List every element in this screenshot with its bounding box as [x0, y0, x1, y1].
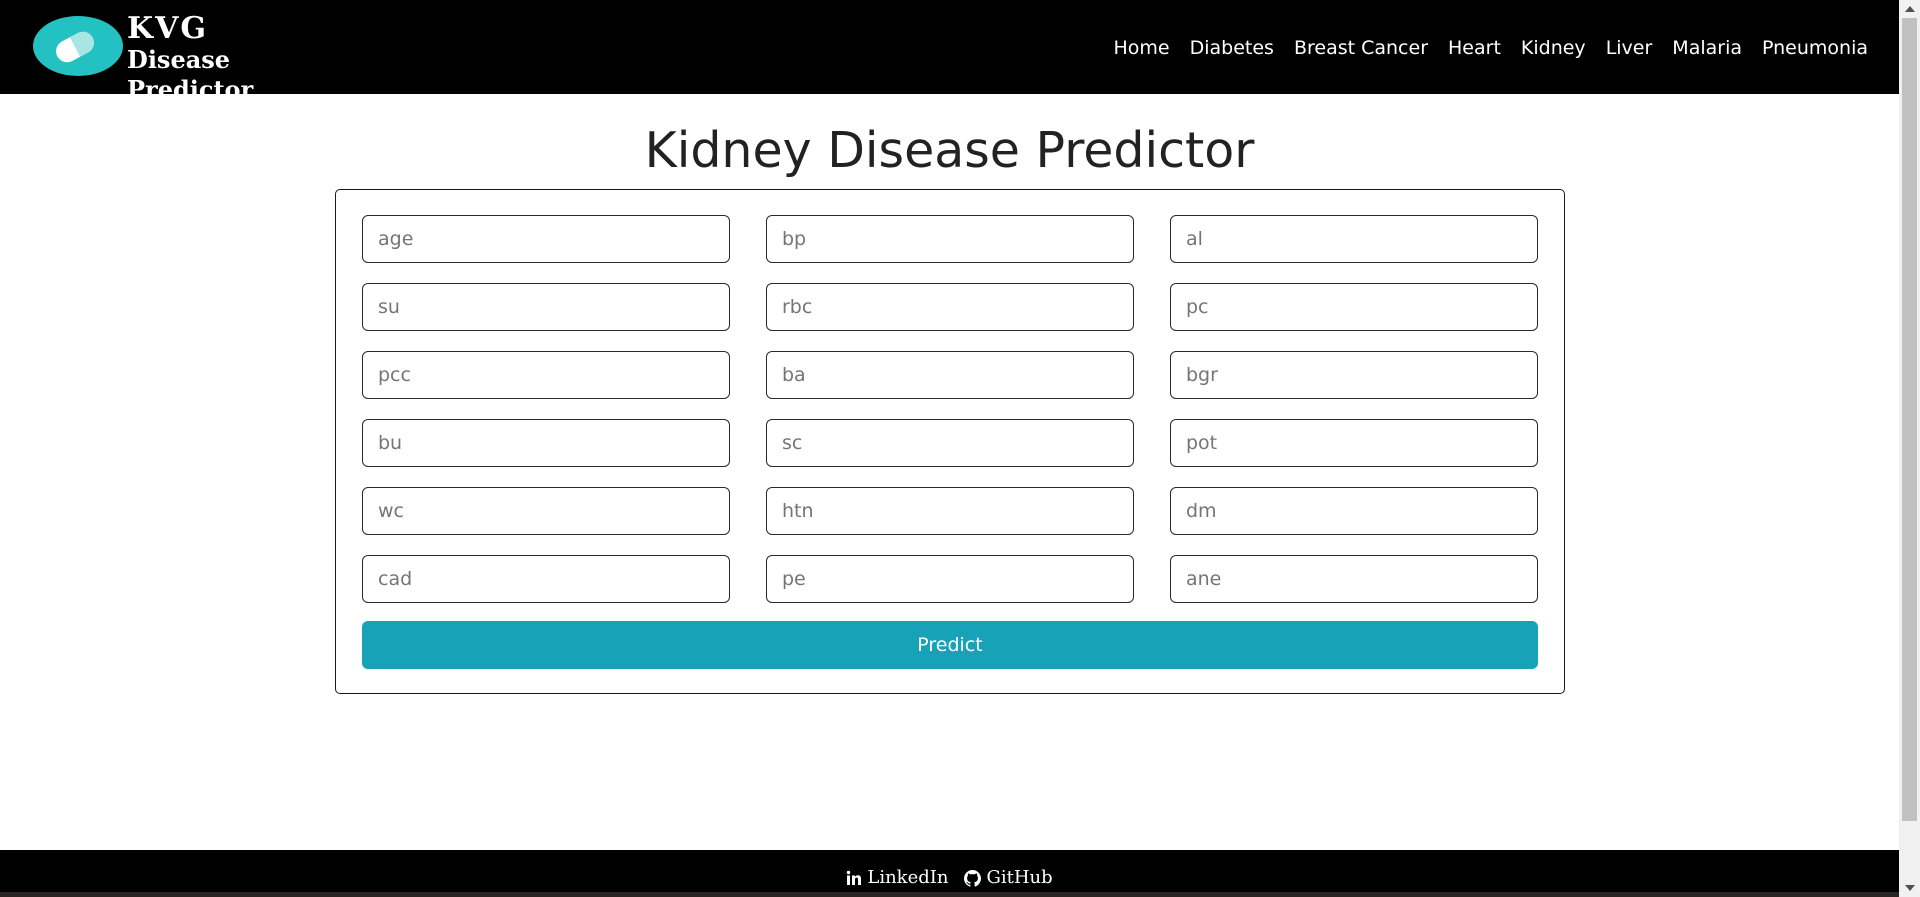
- github-icon: [964, 869, 982, 887]
- rbc-field[interactable]: [766, 283, 1134, 331]
- predict-button[interactable]: Predict: [362, 621, 1538, 669]
- pc-field[interactable]: [1170, 283, 1538, 331]
- brand-logo-link[interactable]: KVG Disease Predictor: [33, 11, 363, 104]
- vertical-scrollbar[interactable]: [1899, 0, 1920, 897]
- brand-subtitle: Disease Predictor: [127, 45, 254, 104]
- htn-field[interactable]: [766, 487, 1134, 535]
- input-grid: [362, 215, 1538, 603]
- pcc-field[interactable]: [362, 351, 730, 399]
- bp-field[interactable]: [766, 215, 1134, 263]
- age-field[interactable]: [362, 215, 730, 263]
- pot-field[interactable]: [1170, 419, 1538, 467]
- ane-field[interactable]: [1170, 555, 1538, 603]
- linkedin-icon: [847, 870, 862, 885]
- nav-item-pneumonia[interactable]: Pneumonia: [1762, 34, 1868, 62]
- pill-capsule-icon: [52, 27, 98, 67]
- scrollbar-thumb[interactable]: [1902, 18, 1917, 821]
- nav-item-liver[interactable]: Liver: [1606, 34, 1653, 62]
- pe-field[interactable]: [766, 555, 1134, 603]
- nav-item-heart[interactable]: Heart: [1448, 34, 1501, 62]
- github-link[interactable]: GitHub: [964, 866, 1053, 890]
- su-field[interactable]: [362, 283, 730, 331]
- scroll-up-arrow-icon[interactable]: [1905, 6, 1915, 12]
- al-field[interactable]: [1170, 215, 1538, 263]
- brand-title: KVG: [127, 11, 208, 46]
- nav-item-kidney[interactable]: Kidney: [1521, 34, 1586, 62]
- linkedin-link[interactable]: LinkedIn: [846, 866, 948, 890]
- footer: LinkedIn GitHub: [0, 850, 1899, 897]
- bu-field[interactable]: [362, 419, 730, 467]
- scroll-down-arrow-icon[interactable]: [1905, 885, 1915, 891]
- bgr-field[interactable]: [1170, 351, 1538, 399]
- nav-item-home[interactable]: Home: [1114, 34, 1170, 62]
- footer-links: LinkedIn GitHub: [0, 866, 1899, 890]
- footer-bottom-strip: [0, 892, 1899, 897]
- dm-field[interactable]: [1170, 487, 1538, 535]
- linkedin-label: LinkedIn: [867, 867, 949, 888]
- sc-field[interactable]: [766, 419, 1134, 467]
- prediction-form: Predict: [335, 189, 1565, 694]
- ba-field[interactable]: [766, 351, 1134, 399]
- page-title: Kidney Disease Predictor: [644, 122, 1255, 179]
- logo-circle: [33, 16, 123, 76]
- nav-item-diabetes[interactable]: Diabetes: [1190, 34, 1274, 62]
- github-label: GitHub: [986, 867, 1053, 888]
- cad-field[interactable]: [362, 555, 730, 603]
- nav-item-malaria[interactable]: Malaria: [1672, 34, 1742, 62]
- nav-item-breast-cancer[interactable]: Breast Cancer: [1294, 34, 1428, 62]
- navbar: KVG Disease Predictor Home Diabetes Brea…: [0, 0, 1899, 104]
- main-nav: Home Diabetes Breast Cancer Heart Kidney…: [1114, 34, 1869, 62]
- wc-field[interactable]: [362, 487, 730, 535]
